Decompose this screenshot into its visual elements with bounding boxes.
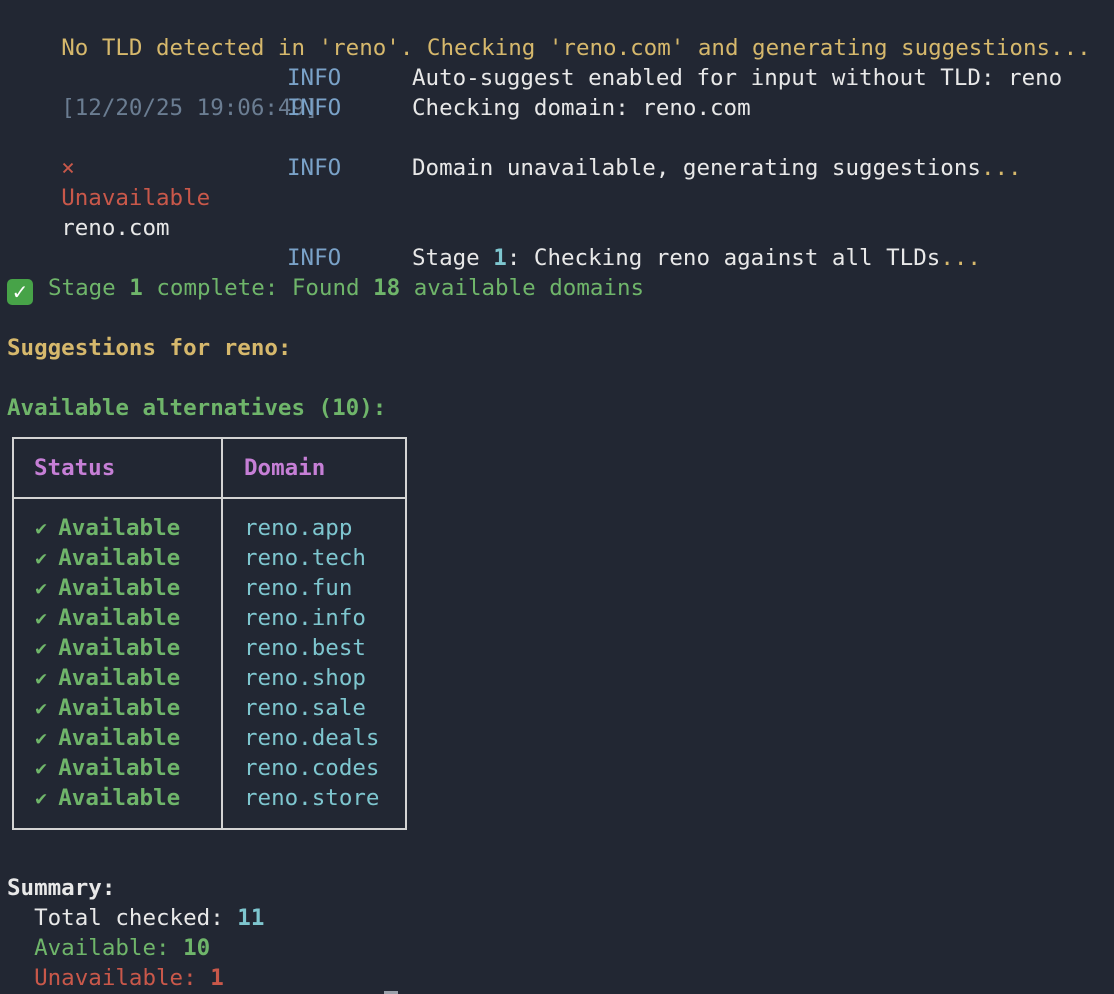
log-timestamp: [12/20/25 19:06:49] [61, 95, 319, 121]
status-label: Available [58, 545, 181, 571]
table-row-domain: reno.sale [244, 695, 366, 721]
stage-complete-number: 1 [129, 275, 143, 301]
table-border-top [12, 437, 407, 439]
table-row-status: ✔ Available [34, 783, 180, 813]
check-icon: ✔ [34, 610, 49, 630]
summary-available-line: Available: 10 [7, 933, 210, 963]
check-icon: ✔ [34, 580, 49, 600]
table-header-divider [12, 497, 407, 499]
log-level-info: INFO [287, 95, 342, 121]
table-row-status: ✔ Available [34, 543, 180, 573]
table-row-domain: reno.codes [244, 755, 380, 781]
table-border-left [12, 437, 14, 830]
table-column-divider [221, 437, 223, 830]
log-line-auto-suggest: [12/20/25 19:06:49] [7, 63, 318, 121]
stage-complete-text: Stage [48, 275, 130, 301]
status-label: Available [58, 755, 181, 781]
ellipsis: ... [940, 245, 981, 271]
log-message-auto-suggest: Auto-suggest enabled for input without T… [412, 65, 1063, 91]
table-row-domain: reno.store [244, 785, 380, 811]
table-row-status: ✔ Available [34, 633, 180, 663]
table-row-domain: reno.app [244, 515, 353, 541]
column-header-domain: Domain [244, 455, 326, 481]
cross-icon: × [61, 155, 75, 181]
log-level-info: INFO [287, 155, 342, 181]
check-icon: ✔ [34, 670, 49, 690]
status-label: Available [58, 665, 181, 691]
tld-warning-text: No TLD detected in 'reno'. Checking 'ren… [61, 35, 1091, 61]
check-icon: ✔ [34, 700, 49, 720]
column-header-status: Status [34, 455, 116, 481]
check-icon: ✔ [34, 520, 49, 540]
summary-unavailable-line: Unavailable: 1 [7, 963, 224, 993]
log-message-generating: Domain unavailable, generating suggestio… [412, 153, 1022, 183]
check-icon: ✔ [34, 760, 49, 780]
status-label: Available [58, 515, 181, 541]
table-row-status: ✔ Available [34, 663, 180, 693]
summary-total-label: Total checked: [7, 905, 238, 931]
unavailable-label: Unavailable [61, 185, 211, 211]
suggestions-title: Suggestions for reno: [7, 335, 292, 361]
table-row-domain: reno.best [244, 635, 366, 661]
status-label: Available [58, 785, 181, 811]
table-border-bottom [12, 828, 407, 830]
status-label: Available [58, 635, 181, 661]
log-message-stage: Stage 1: Checking reno against all TLDs.… [412, 243, 981, 273]
log-message-generating-text: Domain unavailable, generating suggestio… [412, 155, 981, 181]
log-message-checking-domain: Checking domain: reno.com [412, 95, 751, 121]
stage-prefix: Stage [412, 245, 494, 271]
summary-unavailable-value: 1 [210, 965, 224, 991]
check-mark-icon: ✓ [7, 279, 33, 305]
check-icon: ✔ [34, 730, 49, 750]
alternatives-table: Status Domain ✔ Available reno.app ✔ Availab… [12, 437, 407, 830]
table-row-status: ✔ Available [34, 603, 180, 633]
table-row-domain: reno.info [244, 605, 366, 631]
table-row-status: ✔ Available [34, 573, 180, 603]
table-row-domain: reno.fun [244, 575, 353, 601]
unavailable-result-line: × Unavailable reno.com [7, 123, 210, 241]
summary-unavailable-label: Unavailable: [7, 965, 211, 991]
table-row-status: ✔ Available [34, 513, 180, 543]
ellipsis: ... [980, 155, 1022, 181]
table-row-domain: reno.deals [244, 725, 380, 751]
summary-total-line: Total checked: 11 [7, 903, 264, 933]
stage-complete-text: available domains [400, 275, 645, 301]
status-label: Available [58, 695, 181, 721]
check-icon: ✔ [34, 550, 49, 570]
table-row-status: ✔ Available [34, 693, 180, 723]
stage-number: 1 [493, 245, 507, 271]
summary-available-value: 10 [183, 935, 211, 961]
stage-suffix: : Checking reno against all TLDs [506, 245, 941, 271]
summary-available-label: Available: [7, 935, 184, 961]
status-label: Available [58, 575, 181, 601]
log-level-info: INFO [287, 65, 342, 91]
status-label: Available [58, 605, 181, 631]
table-row-domain: reno.tech [244, 545, 366, 571]
table-border-right [405, 437, 407, 830]
unavailable-domain: reno.com [61, 215, 170, 241]
status-label: Available [58, 725, 181, 751]
log-level-info: INFO [287, 245, 342, 271]
found-count: 18 [373, 275, 401, 301]
stage-complete-line: ✓ Stage 1 complete: Found 18 available do… [7, 273, 645, 305]
tld-warning-line: No TLD detected in 'reno'. Checking 'ren… [7, 3, 1091, 61]
summary-title: Summary: [7, 875, 116, 901]
table-row-status: ✔ Available [34, 753, 180, 783]
check-icon: ✔ [34, 640, 49, 660]
table-row-status: ✔ Available [34, 723, 180, 753]
check-icon: ✔ [34, 790, 49, 810]
summary-total-value: 11 [237, 905, 265, 931]
stage-complete-text: complete: Found [142, 275, 374, 301]
alternatives-title: Available alternatives (10): [7, 395, 387, 421]
table-row-domain: reno.shop [244, 665, 366, 691]
